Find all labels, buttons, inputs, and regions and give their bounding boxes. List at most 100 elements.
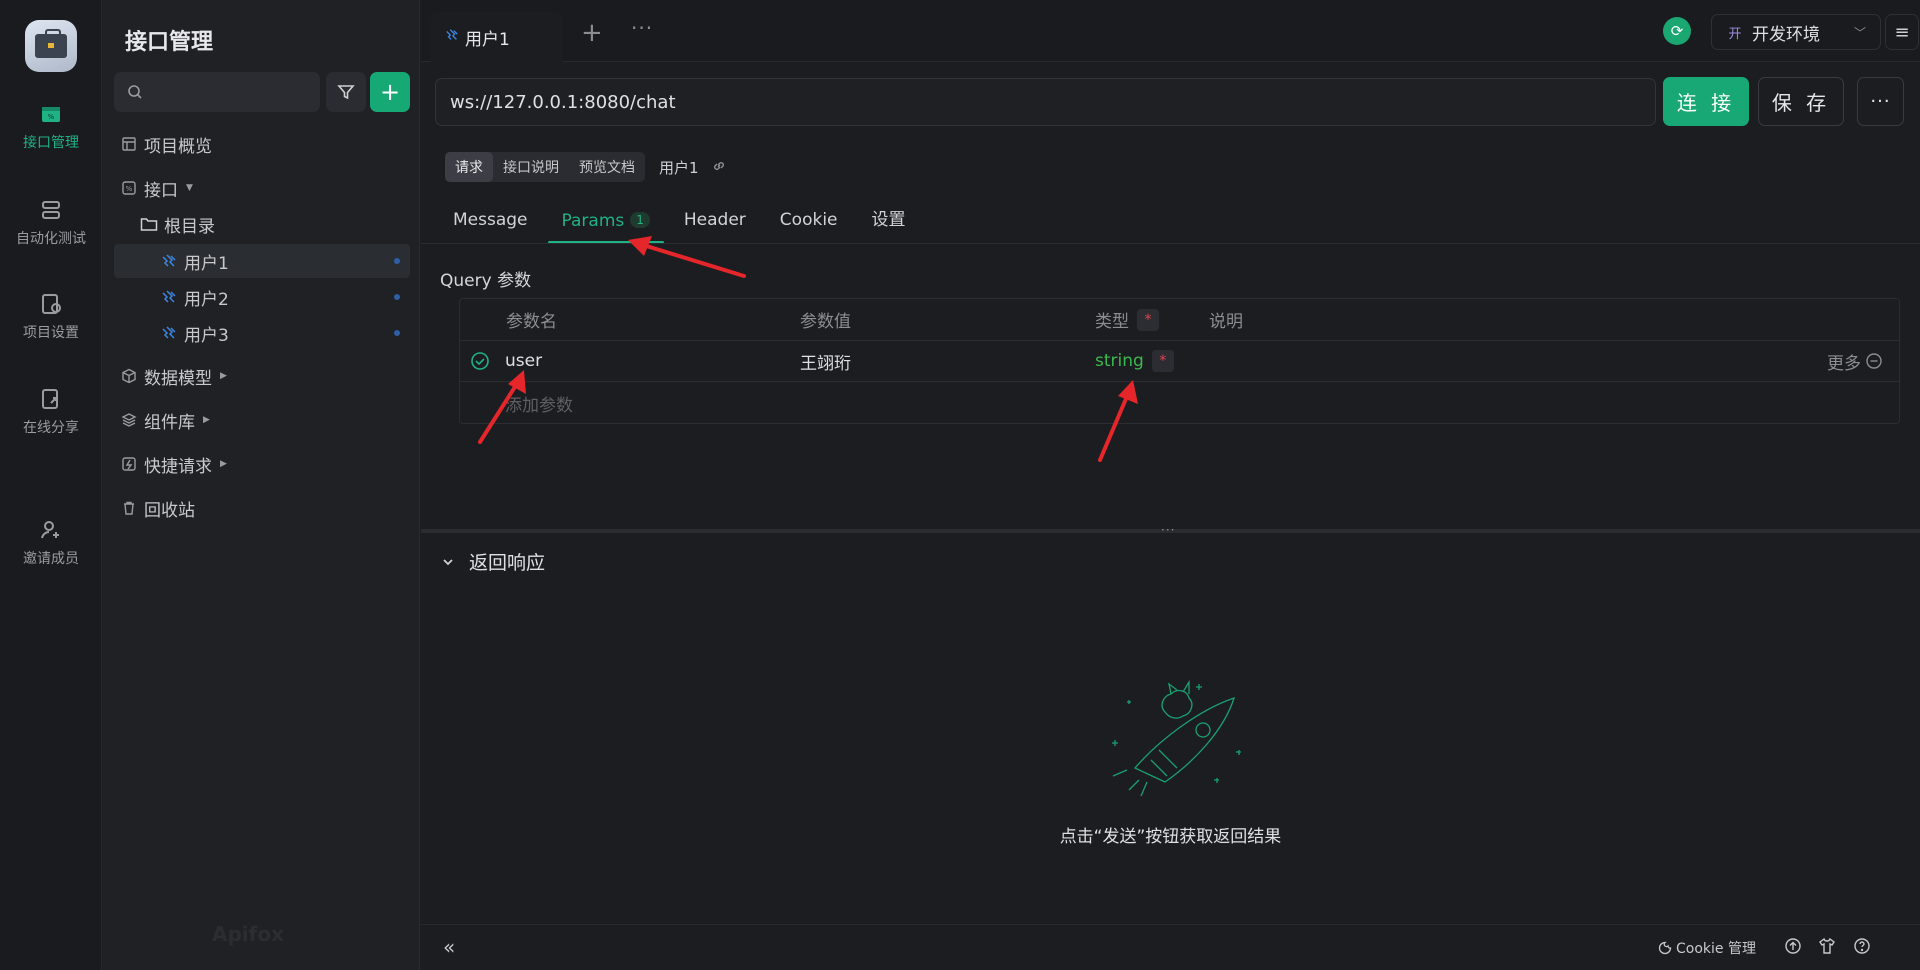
tab-header[interactable]: Header [684,204,746,244]
more-actions-button[interactable]: ··· [1857,77,1904,126]
tree-item-root-folder[interactable]: 根目录 [114,207,410,241]
shirt-theme-icon[interactable] [1818,937,1836,955]
cookie-manager-button[interactable]: Cookie 管理 [1658,938,1756,958]
rail-item-invite[interactable]: 邀请成员 [0,518,102,568]
tree-item-label: 用户1 [184,253,229,274]
response-empty-hint: 点击“发送”按钮获取返回结果 [1059,827,1282,847]
trash-icon [120,499,138,517]
status-dot [394,330,400,336]
new-tab-button[interactable]: + [581,20,603,46]
api-icon: % [120,179,138,197]
param-value-cell[interactable]: 王翊珩 [800,341,851,381]
tab-label: Cookie [779,210,838,230]
invite-member-icon [41,521,59,539]
column-header-description: 说明 [1209,312,1243,332]
chevron-down-icon [443,558,453,565]
more-link[interactable]: 更多 [1827,341,1883,381]
required-marker: * [1137,308,1159,331]
environment-badge: 开 [1728,26,1742,42]
sync-icon[interactable]: ⟳ [1663,17,1691,45]
tab-label: Header [683,210,746,230]
tab-settings[interactable]: 设置 [872,204,906,244]
tab-label: Params [561,211,625,231]
rail-item-automation[interactable]: 自动化测试 [0,198,102,248]
help-icon[interactable] [1853,937,1871,955]
collapse-sidebar-button[interactable]: « [443,935,455,959]
tree-item-quick-request[interactable]: 快捷请求 ▶ [114,447,410,481]
connect-button[interactable]: 连 接 [1663,77,1749,126]
svg-text:%: % [48,113,55,121]
add-param-placeholder[interactable]: 添加参数 [505,382,573,424]
response-title: 返回响应 [469,552,546,574]
rail-item-project-settings[interactable]: 项目设置 [0,292,102,342]
rail-item-label: 在线分享 [23,420,79,436]
subtab-preview-doc[interactable]: 预览文档 [569,152,645,182]
app-rail: % 接口管理 自动化测试 项目设置 在线分享 邀请成员 [0,0,102,970]
filter-icon [337,85,355,100]
tree-item-user1[interactable]: 用户1 [114,244,410,278]
caret-right-icon: ▶ [220,371,227,381]
app-logo[interactable] [25,20,77,72]
tab-more-button[interactable]: ··· [631,16,653,40]
table-row: user 王翊珩 string * 更多 [460,341,1899,382]
rail-item-api-management[interactable]: % 接口管理 [0,102,102,152]
tree-item-data-model[interactable]: 数据模型 ▶ [114,359,410,393]
filter-button[interactable] [326,72,366,112]
tree-item-label: 接口 [144,180,178,201]
search-input[interactable] [114,72,320,112]
tab-params[interactable]: Params 1 [547,204,665,244]
tree-item-label: 根目录 [164,216,215,237]
rail-item-label: 项目设置 [23,325,79,341]
cookie-manager-label: Cookie 管理 [1676,941,1756,957]
more-label: 更多 [1827,353,1861,374]
tree-item-label: 组件库 [144,412,195,433]
params-count-badge: 1 [630,212,650,228]
tree-item-label: 快捷请求 [144,456,212,477]
caret-down-icon: ▼ [186,183,193,193]
tab-user1[interactable]: 用户1 [431,12,563,62]
enabled-checkbox[interactable] [470,341,490,381]
subtab-api-description[interactable]: 接口说明 [493,152,569,182]
hamburger-menu-button[interactable]: ≡ [1885,14,1919,50]
environment-label: 开发环境 [1752,24,1820,45]
component-library-icon [120,411,138,429]
websocket-icon [445,27,459,47]
sidebar: 接口管理 + 项目概览 % 接口 ▼ 根目录 用户1 用户2 用户3 数据模型 … [102,0,420,970]
tree-item-label: 用户3 [184,325,229,346]
required-toggle[interactable]: * [1151,350,1174,372]
drag-handle-icon[interactable]: ··· [1161,523,1175,537]
rail-item-online-share[interactable]: 在线分享 [0,387,102,437]
url-input[interactable] [435,78,1656,126]
panel-resizer[interactable]: ··· [421,523,1920,537]
remove-circle-icon[interactable] [1865,352,1883,370]
tab-message[interactable]: Message [453,204,528,244]
tree-item-api[interactable]: % 接口 ▼ [114,171,410,205]
subtab-request[interactable]: 请求 [445,152,493,182]
tree-item-user2[interactable]: 用户2 [114,280,410,314]
main-panel: 用户1 + ··· ⟳ 开 开发环境 ﹀ ≡ 连 接 保 存 ··· 请求 接口… [421,0,1920,970]
quick-request-icon [120,455,138,473]
automation-test-icon [42,201,60,219]
tree-item-components[interactable]: 组件库 ▶ [114,403,410,437]
column-header-name: 参数名 [506,312,557,332]
plus-icon: + [379,78,401,106]
add-param-row[interactable]: 添加参数 [460,382,1899,424]
status-dot [394,258,400,264]
param-name-cell[interactable]: user [505,341,542,381]
tree-item-overview[interactable]: 项目概览 [114,127,410,161]
save-button[interactable]: 保 存 [1758,77,1844,126]
add-api-button[interactable]: + [370,72,410,112]
api-management-icon: % [42,107,60,122]
chevron-down-icon: ﹀ [1853,26,1866,40]
upload-icon[interactable] [1784,937,1802,955]
api-name: 用户1 [659,159,699,177]
environment-select[interactable]: 开 开发环境 ﹀ [1711,14,1881,50]
tree-item-trash[interactable]: 回收站 [114,491,410,525]
response-section-header[interactable]: 返回响应 [441,548,545,575]
param-type-cell[interactable]: string * [1095,341,1174,381]
status-dot [394,294,400,300]
tab-cookie[interactable]: Cookie [780,204,838,244]
link-icon[interactable] [711,158,727,174]
online-share-icon [42,389,58,409]
tree-item-user3[interactable]: 用户3 [114,316,410,350]
